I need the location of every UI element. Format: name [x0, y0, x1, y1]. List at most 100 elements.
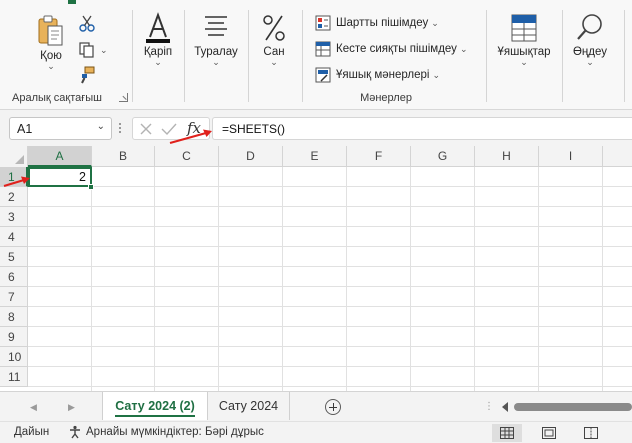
row-header[interactable]: 11 [0, 367, 28, 387]
row-header[interactable]: 6 [0, 267, 28, 287]
annotation-arrow-icon [3, 176, 30, 188]
cells-button[interactable]: Ұяшықтар ⌄ [490, 12, 558, 67]
alignment-icon [205, 16, 227, 36]
gridline [154, 167, 155, 391]
cell-styles-icon [314, 66, 332, 84]
annotation-arrow-icon [169, 129, 212, 145]
alignment-button[interactable]: Туралау ⌄ [188, 12, 244, 67]
gridline [28, 286, 632, 287]
cell-a1-value: 2 [79, 170, 86, 184]
grid-view-icon [500, 427, 514, 439]
chevron-down-icon[interactable]: ⌄ [100, 45, 108, 56]
column-headers: A B C D E F G H I [0, 146, 632, 167]
cell-styles-button[interactable]: Ұяшық мәнерлері ⌄ [314, 64, 440, 86]
row-header[interactable]: 10 [0, 347, 28, 367]
page-layout-icon [542, 427, 556, 439]
row-header[interactable]: 7 [0, 287, 28, 307]
clipboard-group-label: Аралық сақтағыш [12, 92, 102, 104]
cancel-icon[interactable] [139, 122, 153, 136]
group-divider [184, 10, 185, 102]
horizontal-scrollbar[interactable] [500, 402, 632, 412]
number-button[interactable]: Сан ⌄ [252, 12, 296, 67]
tab-split-handle[interactable]: ⋮ [484, 401, 494, 412]
normal-view-button[interactable] [492, 424, 522, 442]
column-header[interactable]: A [28, 146, 92, 167]
row-header[interactable]: 2 [0, 187, 28, 207]
name-box-value: A1 [17, 121, 33, 136]
format-painter-button[interactable] [78, 66, 100, 86]
scissors-icon [79, 15, 95, 32]
row-header[interactable]: 4 [0, 227, 28, 247]
conditional-formatting-icon [314, 14, 332, 32]
gridline [28, 386, 632, 387]
chevron-down-icon: ⌄ [270, 57, 278, 67]
font-icon [146, 12, 170, 43]
copy-icon [79, 42, 94, 58]
chevron-down-icon: ⌄ [586, 57, 594, 67]
font-button[interactable]: Қаріп ⌄ [136, 12, 180, 67]
accessibility-status[interactable]: Арнайы мүмкіндіктер: Бәрі дұрыс [86, 426, 264, 438]
gridline [28, 246, 632, 247]
column-header[interactable]: B [92, 146, 155, 167]
row-header[interactable]: 8 [0, 307, 28, 327]
group-divider [132, 10, 133, 102]
conditional-formatting-button[interactable]: Шартты пішімдеу ⌄ [314, 12, 439, 34]
gridline [28, 366, 632, 367]
name-box[interactable]: A1 ⌄ [9, 117, 112, 140]
sheet-tab-label: Сату 2024 (2) [115, 399, 195, 413]
sheet-tab[interactable]: Сату 2024 [208, 392, 290, 420]
sheet-tabs-bar: ◀ ▶ Сату 2024 (2) Сату 2024 ⋮ [0, 391, 632, 421]
scrollbar-thumb[interactable] [514, 403, 632, 411]
gridline [602, 167, 603, 391]
page-break-view-button[interactable] [576, 424, 606, 442]
worksheet-grid[interactable]: A B C D E F G H I 1 2 3 4 5 6 7 8 9 10 1… [0, 146, 632, 391]
column-header[interactable]: F [347, 146, 411, 167]
column-header[interactable]: C [155, 146, 219, 167]
chevron-down-icon[interactable]: ⌄ [97, 121, 105, 132]
gridline [91, 167, 92, 391]
formula-input[interactable]: =SHEETS() [212, 117, 632, 140]
format-as-table-icon [314, 40, 332, 58]
fill-handle[interactable] [88, 184, 94, 190]
gridline [28, 206, 632, 207]
cell-styles-label: Ұяшық мәнерлері [336, 69, 430, 81]
row-header[interactable]: 9 [0, 327, 28, 347]
chevron-down-icon[interactable]: ⌄ [47, 62, 55, 71]
sheet-tab-label: Сату 2024 [218, 399, 279, 413]
scroll-tabs-right-icon[interactable]: ▶ [68, 402, 75, 413]
column-header[interactable]: I [539, 146, 603, 167]
column-header[interactable]: E [283, 146, 347, 167]
resize-handle[interactable] [119, 123, 122, 135]
cell-a1[interactable]: 2 [28, 167, 92, 187]
copy-button[interactable]: ⌄ [78, 40, 116, 60]
styles-group-label: Мәнерлер [360, 92, 412, 104]
gridline [28, 346, 632, 347]
select-all-button[interactable] [0, 146, 28, 167]
page-layout-view-button[interactable] [534, 424, 564, 442]
sheet-tab-active[interactable]: Сату 2024 (2) [102, 392, 208, 420]
status-mode: Дайын [14, 426, 50, 438]
percent-icon [263, 15, 285, 41]
gridline [538, 167, 539, 391]
format-painter-icon [81, 66, 95, 84]
conditional-formatting-label: Шартты пішімдеу [336, 17, 429, 29]
column-header[interactable]: D [219, 146, 283, 167]
cut-button[interactable] [78, 14, 100, 34]
scroll-left-icon[interactable] [502, 402, 508, 412]
format-as-table-label: Кесте сияқты пішімдеу [336, 43, 457, 55]
editing-button[interactable]: Өңдеу ⌄ [566, 12, 614, 67]
formula-text: =SHEETS() [222, 121, 286, 136]
paste-button[interactable]: Қою ⌄ [30, 14, 72, 71]
column-header[interactable]: G [411, 146, 475, 167]
row-header[interactable]: 5 [0, 247, 28, 267]
add-sheet-icon[interactable] [325, 399, 341, 415]
row-header[interactable]: 3 [0, 207, 28, 227]
page-break-icon [584, 427, 598, 439]
scroll-tabs-left-icon[interactable]: ◀ [30, 402, 37, 413]
dialog-launcher-icon[interactable] [119, 93, 128, 102]
gridline [28, 326, 632, 327]
column-header[interactable]: H [475, 146, 539, 167]
format-as-table-button[interactable]: Кесте сияқты пішімдеу ⌄ [314, 38, 467, 60]
accessibility-icon[interactable] [68, 425, 82, 442]
chevron-down-icon: ⌄ [431, 17, 439, 28]
